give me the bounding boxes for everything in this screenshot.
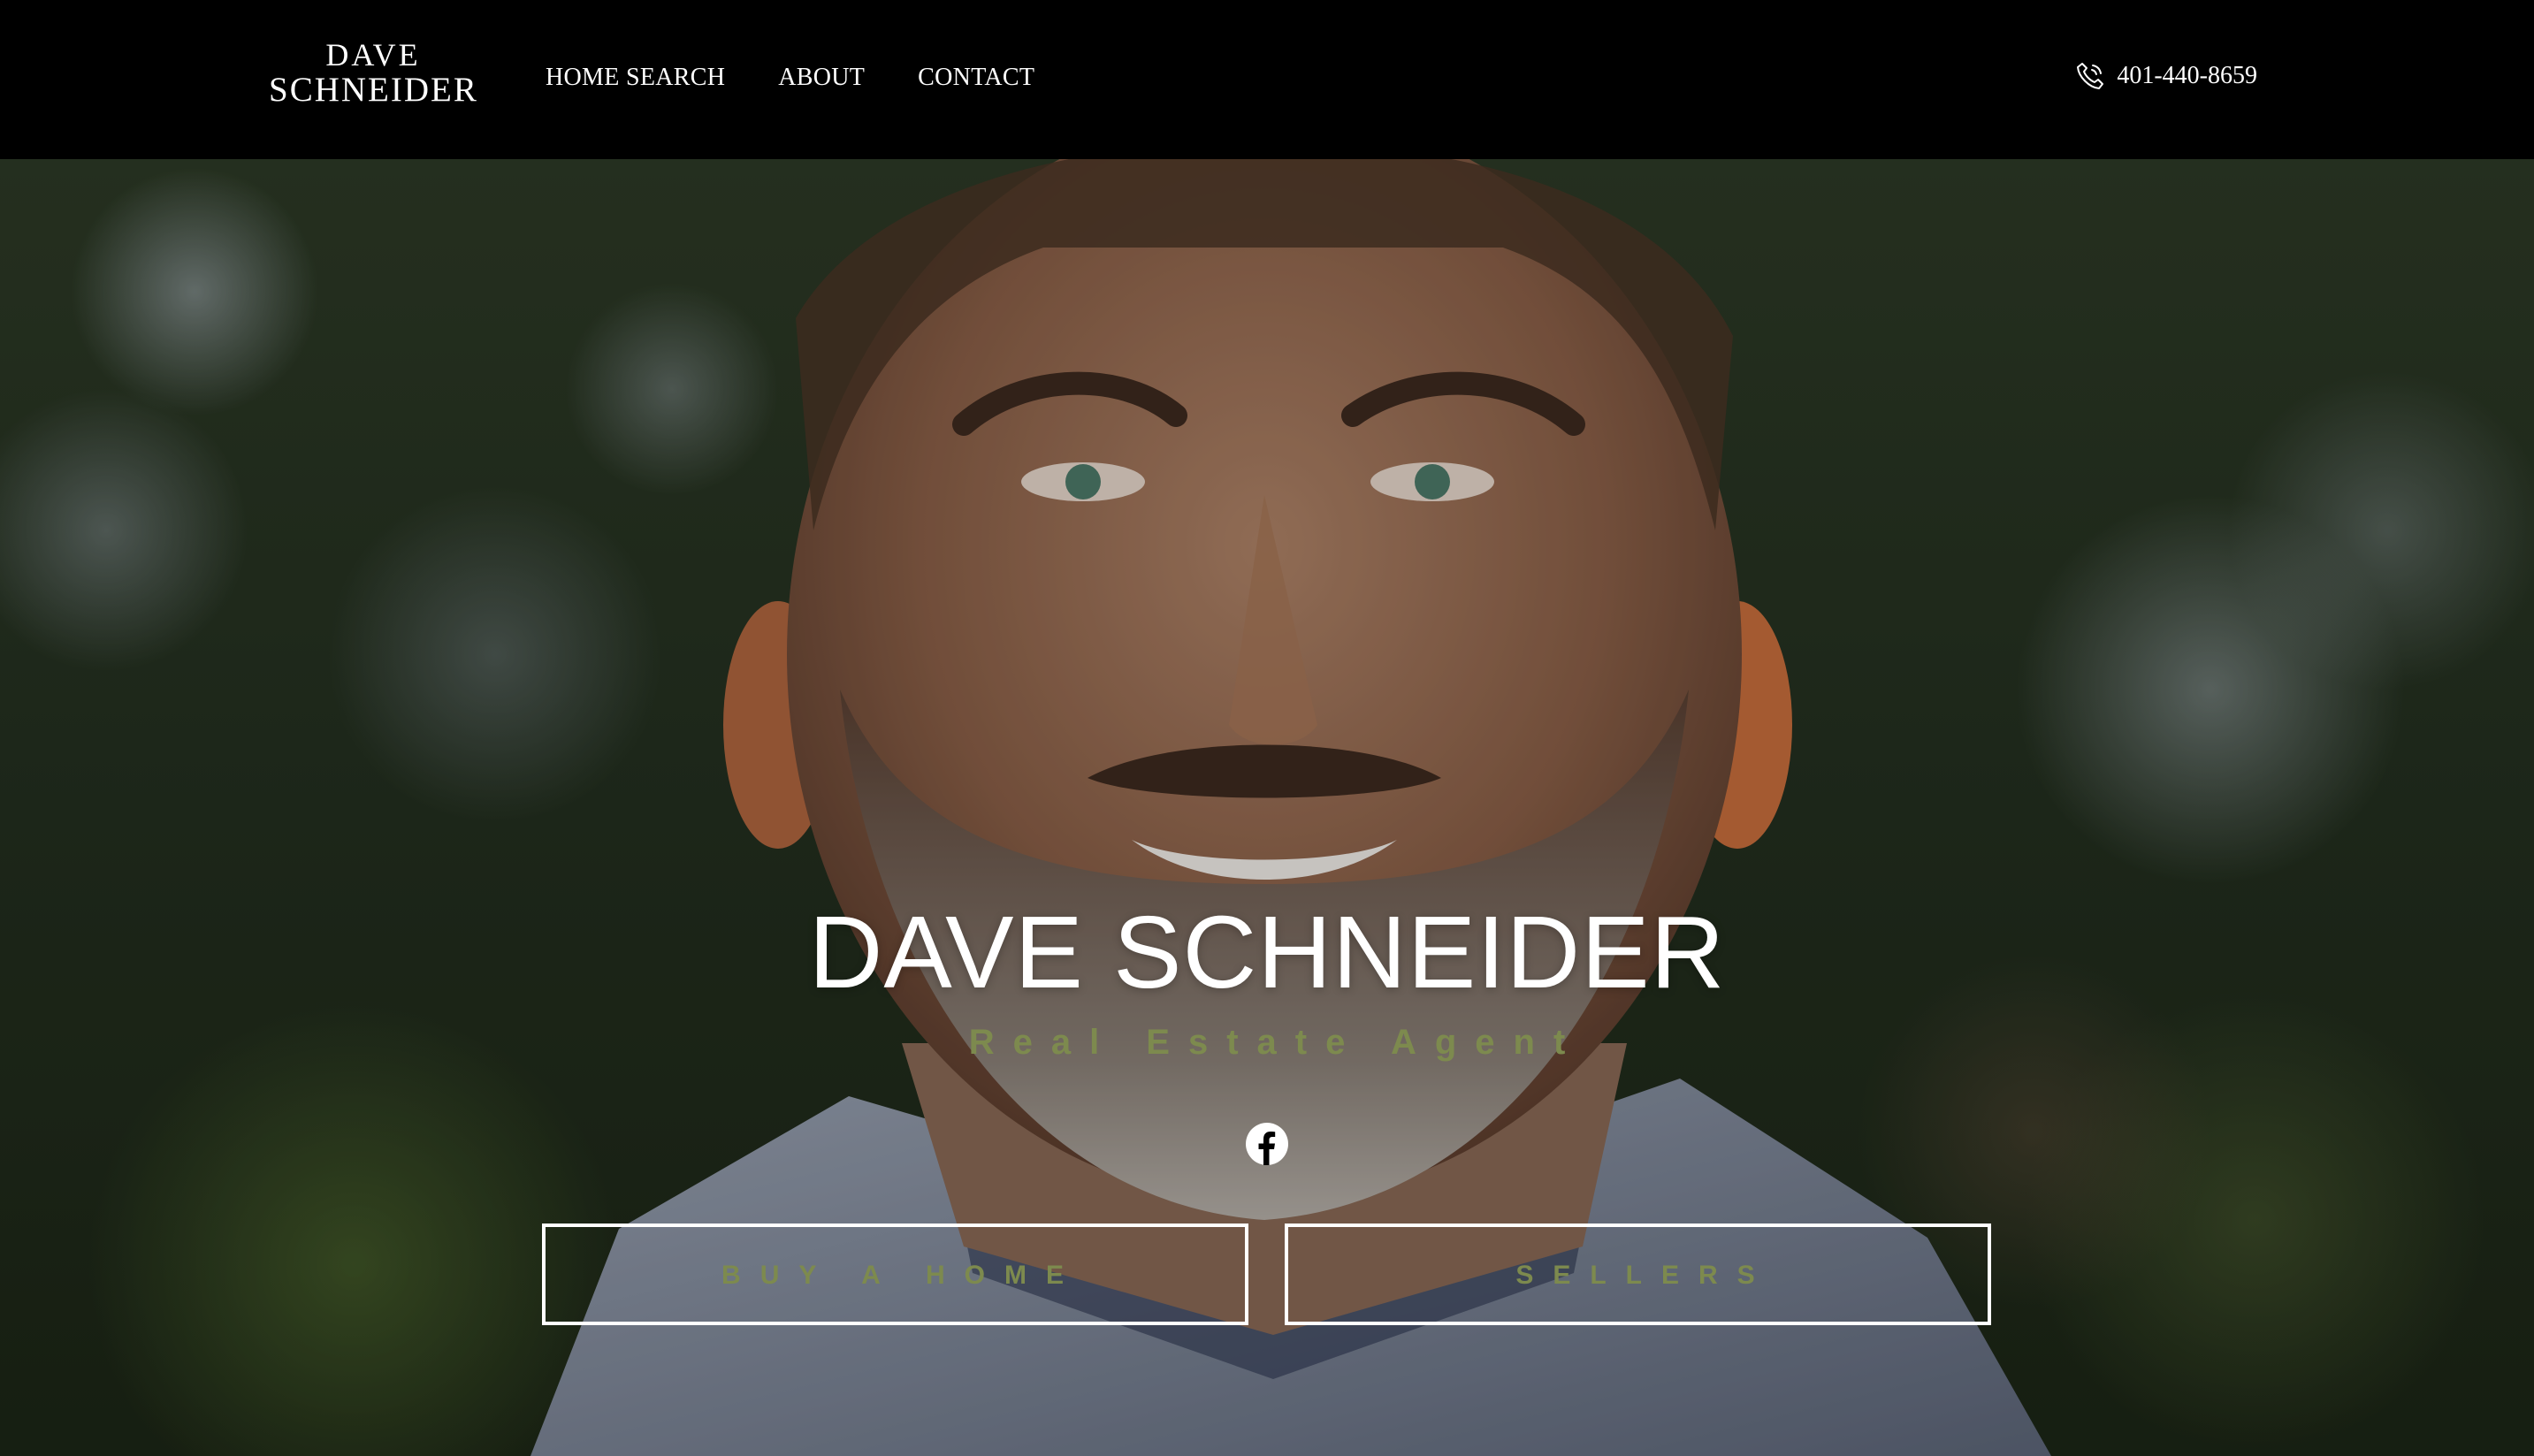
phone-link[interactable]: 401-440-8659 (2074, 60, 2257, 92)
agent-name-heading: DAVE SCHNEIDER (808, 895, 1726, 1010)
hero-content: DAVE SCHNEIDER Real Estate Agent BUY A H… (0, 159, 2534, 1456)
hero-section: DAVE SCHNEIDER Real Estate Agent BUY A H… (0, 159, 2534, 1456)
sellers-button[interactable]: SELLERS (1285, 1223, 1991, 1325)
nav-about[interactable]: ABOUT (778, 64, 865, 92)
logo-line-1: DAVE (325, 37, 421, 72)
nav-home-search[interactable]: HOME SEARCH (546, 64, 725, 92)
nav-contact[interactable]: CONTACT (918, 64, 1034, 92)
logo-line-2: SCHNEIDER (269, 71, 478, 109)
facebook-icon (1246, 1123, 1288, 1165)
main-nav: HOME SEARCH ABOUT CONTACT (546, 64, 1034, 92)
phone-number: 401-440-8659 (2117, 62, 2257, 89)
page: DAVE SCHNEIDER HOME SEARCH ABOUT CONTACT… (0, 0, 2534, 1456)
agent-title: Real Estate Agent (968, 1023, 1584, 1062)
phone-icon (2077, 63, 2104, 89)
top-navbar: DAVE SCHNEIDER HOME SEARCH ABOUT CONTACT… (0, 0, 2534, 159)
site-logo[interactable]: DAVE SCHNEIDER (269, 39, 477, 107)
buy-a-home-button[interactable]: BUY A HOME (542, 1223, 1248, 1325)
